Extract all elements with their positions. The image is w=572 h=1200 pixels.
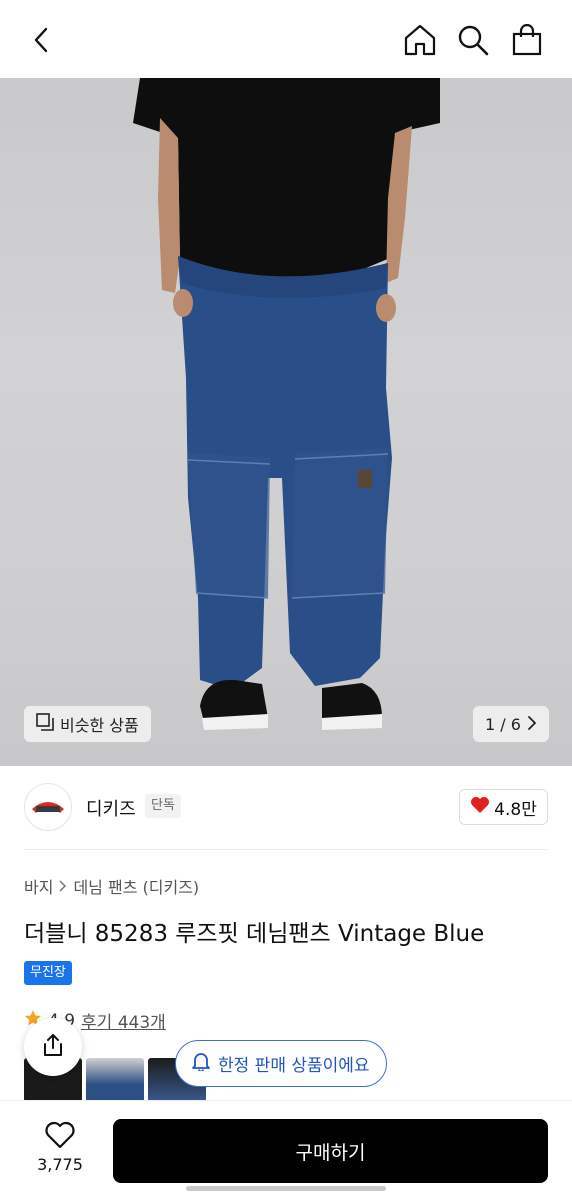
image-pager[interactable]: 1 / 6 [473,706,549,742]
wishlist-button[interactable]: 3,775 [28,1121,92,1174]
similar-products-button[interactable]: 비슷한 상품 [24,706,151,742]
heart-outline-icon [44,1121,76,1153]
product-title: 더블니 85283 루즈핏 데님팬츠 Vintage Blue [24,921,485,947]
home-icon[interactable] [400,20,440,60]
heart-filled-icon [470,796,490,819]
sale-badge: 무진장 [24,961,72,985]
share-button[interactable] [24,1018,82,1076]
search-icon[interactable] [453,20,493,60]
similar-products-label: 비슷한 상품 [60,716,139,735]
reviews-link[interactable]: 후기 443개 [81,1008,166,1033]
chevron-right-icon [59,877,67,896]
divider [24,849,548,850]
bottom-action-bar: 3,775 구매하기 [0,1100,572,1200]
chevron-right-icon [527,715,537,734]
top-nav-bar [0,0,572,78]
back-arrow-icon[interactable] [22,20,62,60]
share-icon [41,1032,65,1062]
brand-logo[interactable] [24,783,72,831]
notice-text: 한정 판매 상품이에요 [218,1056,370,1076]
brand-name[interactable]: 디키즈 [86,795,136,821]
exclusive-tag: 단독 [145,794,181,818]
wishlist-count: 3,775 [37,1155,83,1174]
pager-text: 1 / 6 [485,714,521,734]
product-photo [133,78,440,730]
thumbnail[interactable] [86,1058,144,1102]
brand-row: 디키즈 단독 4.8만 [0,766,572,850]
bell-icon [192,1051,210,1076]
breadcrumb-category[interactable]: 바지 [24,874,53,898]
similar-items-icon [36,713,54,735]
shopping-bag-icon[interactable] [507,20,547,60]
brand-like-button[interactable]: 4.8만 [459,789,548,825]
home-indicator [186,1186,386,1191]
breadcrumb-subcategory[interactable]: 데님 팬츠 (디키즈) [73,874,199,898]
limited-sale-notice[interactable]: 한정 판매 상품이에요 [175,1040,387,1087]
product-image-carousel[interactable]: 비슷한 상품 1 / 6 [0,78,572,766]
buy-button[interactable]: 구매하기 [113,1119,548,1183]
brand-like-count: 4.8만 [494,799,537,820]
breadcrumb: 바지 데님 팬츠 (디키즈) [24,874,199,898]
